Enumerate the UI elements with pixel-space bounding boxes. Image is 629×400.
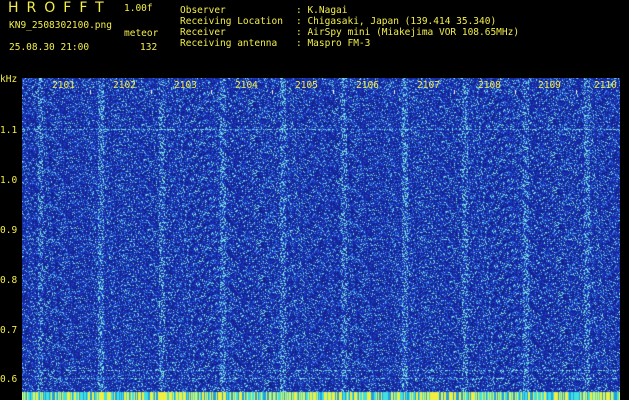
date-time: 25.08.30 21:00 [9,42,90,53]
spectrogram-plot[interactable]: 2101 2102 2103 2104 2105 2106 2107 2108 … [22,78,620,400]
info-label-location: Receiving Location [180,16,283,27]
x-tick-label: 2108 [478,80,501,91]
info-value-location: : Chigasaki, Japan (139.414 35.340) [296,16,497,27]
info-label-antenna: Receiving antenna [180,38,278,49]
y-tick-label: 1.0 [0,175,18,186]
x-tick-label: 2102 [113,80,136,91]
info-label-observer: Observer [180,5,226,16]
x-tick-label: 2101 [52,80,75,91]
app-version: 1.00f [124,3,153,14]
y-tick-label: 0.7 [0,325,18,336]
file-name: KN9_2508302100.png [9,20,112,31]
y-tick-label: 0.8 [0,275,18,286]
meteor-label: meteor [124,28,159,39]
info-label-receiver: Receiver [180,27,226,38]
x-tick-label: 2107 [417,80,440,91]
y-tick-label: 0.6 [0,374,18,385]
spectrogram-canvas[interactable] [22,78,620,400]
app-title: HROFFT [8,0,112,16]
x-tick-label: 2109 [538,80,561,91]
meteor-count: 132 [140,42,158,53]
y-tick-label: 1.1 [0,125,18,136]
info-value-receiver: : AirSpy mini (Miakejima VOR 108.65MHz) [296,27,520,38]
info-value-antenna: : Maspro FM-3 [296,38,371,49]
y-tick-label: 0.9 [0,225,18,236]
x-tick-label: 2105 [295,80,318,91]
x-tick-label: 2104 [235,80,258,91]
x-tick-label: 2103 [174,80,197,91]
info-value-observer: : K.Nagai [296,5,348,16]
y-axis-unit: kHz [0,74,18,85]
header-panel: HROFFT 1.00f KN9_2508302100.png meteor 2… [0,0,629,72]
x-tick-label: 2106 [356,80,379,91]
x-tick-label: 2110 [594,80,617,91]
